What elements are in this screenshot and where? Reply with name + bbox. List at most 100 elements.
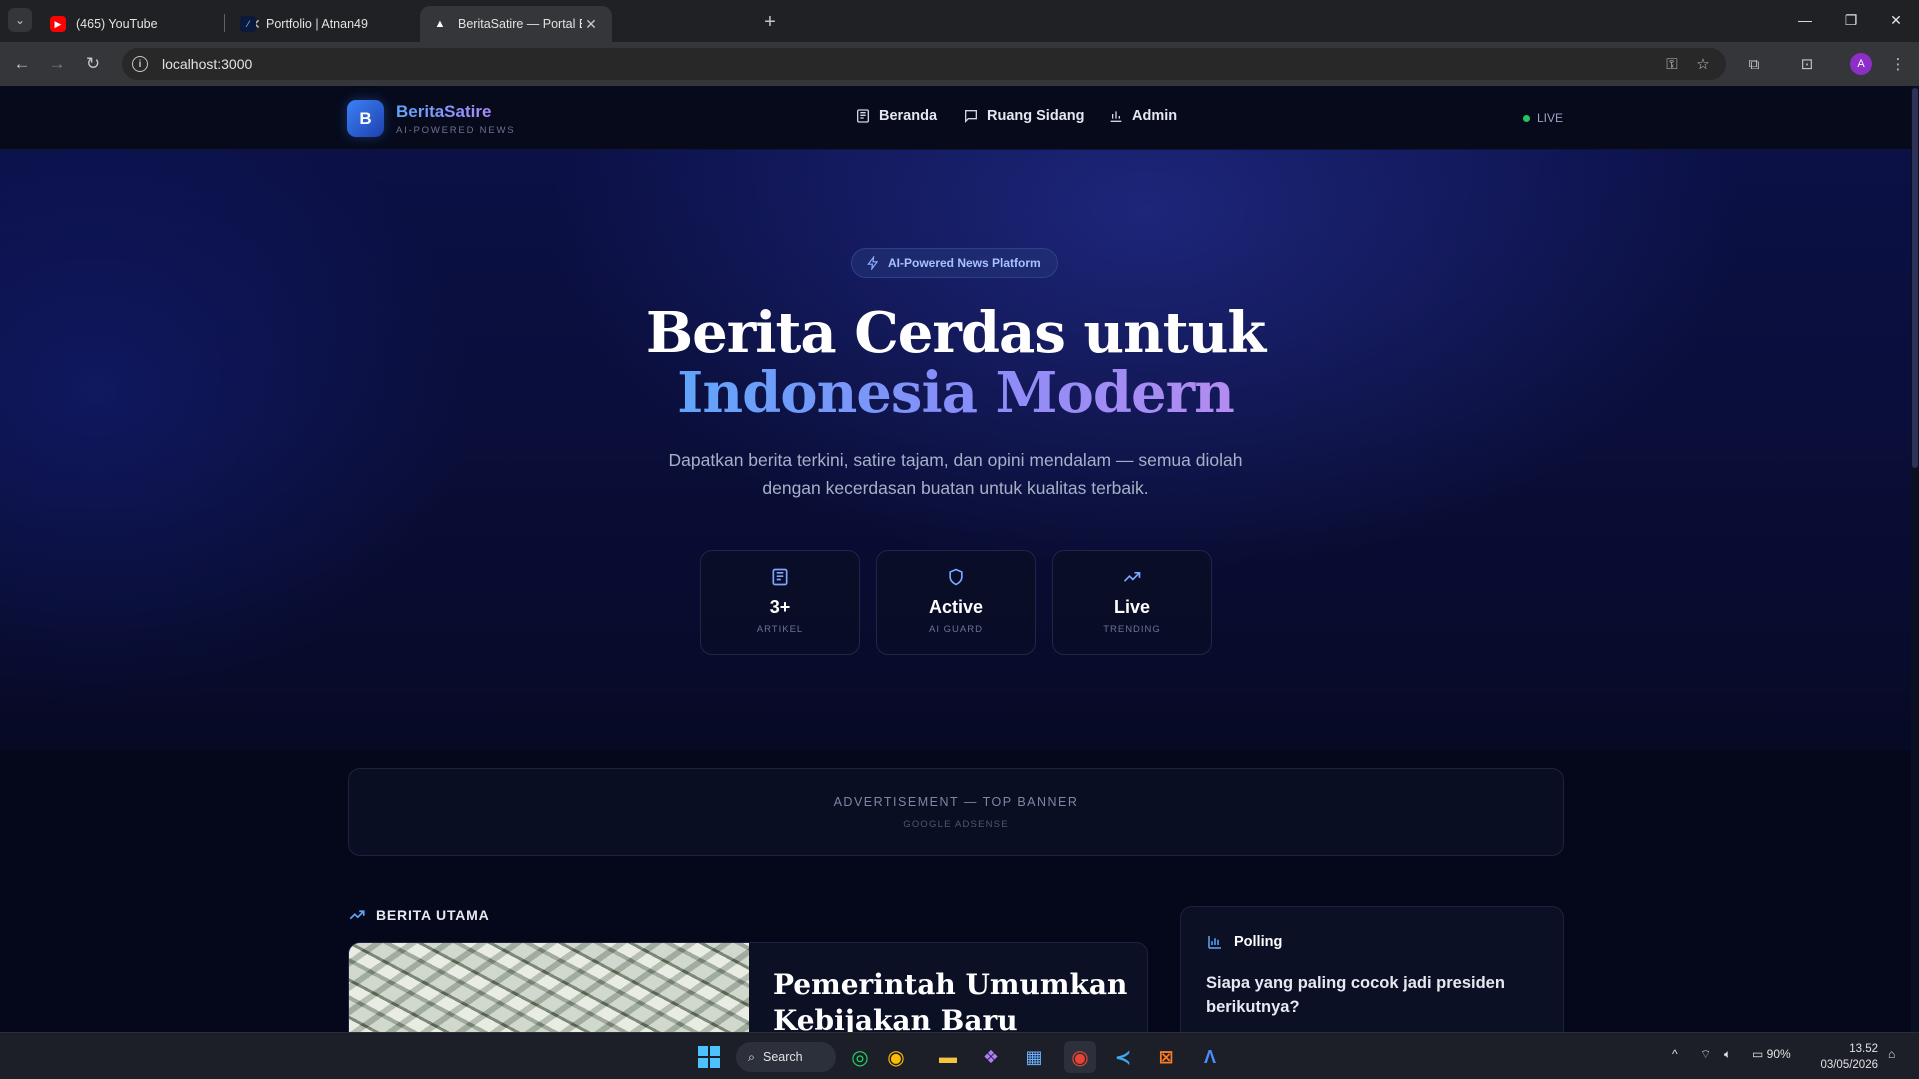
- poll-card: Polling Siapa yang paling cocok jadi pre…: [1180, 906, 1564, 1032]
- browser-tab-beritasatire[interactable]: ▲ BeritaSatire — Portal Berita & S ✕: [420, 6, 612, 42]
- tab-title: (465) YouTube: [76, 17, 158, 31]
- section-title-berita-utama: BERITA UTAMA: [348, 906, 490, 924]
- site-info-icon[interactable]: i: [132, 56, 148, 72]
- newspaper-icon: [772, 568, 788, 586]
- hero-badge: AI-Powered News Platform: [851, 248, 1058, 278]
- hero-title-gradient-text: Indonesia Modern: [677, 360, 1235, 426]
- stat-card-artikel: 3+ ARTIKEL: [700, 550, 860, 655]
- logo-mark[interactable]: B: [347, 100, 384, 137]
- chrome-active-icon[interactable]: ◉: [1064, 1041, 1096, 1073]
- site-header: B BeritaSatire AI-POWERED NEWS Beranda R…: [0, 86, 1911, 150]
- close-tab-icon[interactable]: ✕: [582, 16, 600, 33]
- app-a-icon[interactable]: Λ: [1194, 1041, 1226, 1073]
- lightning-icon: [867, 256, 879, 270]
- bar-chart-icon: [1110, 111, 1122, 122]
- site-name[interactable]: BeritaSatire: [396, 102, 491, 122]
- menu-kebab-icon[interactable]: ⋮: [1886, 52, 1910, 76]
- restore-icon[interactable]: ❐: [1828, 0, 1874, 40]
- nav-label: Beranda: [879, 108, 938, 124]
- password-key-icon[interactable]: ⚿: [1660, 52, 1684, 76]
- newspaper-icon: [857, 109, 869, 123]
- taskbar-search[interactable]: ⌕ Search: [736, 1042, 836, 1072]
- stat-card-trending: Live TRENDING: [1052, 550, 1212, 655]
- site-tagline: AI-POWERED NEWS: [396, 125, 516, 136]
- bookmark-star-icon[interactable]: ☆: [1691, 52, 1715, 76]
- live-dot-icon: [1523, 114, 1530, 122]
- tab-list-button[interactable]: ⌄: [8, 8, 32, 32]
- os-taskbar: ⌕ Search ◎ ◉ ▬ ❖ ▦ ◉ ≺ ⊠ Λ ^ ⌔ 🔈︎ ▭ 90% …: [0, 1032, 1919, 1079]
- reload-icon[interactable]: ↻: [79, 50, 107, 78]
- file-explorer-icon[interactable]: ▬: [932, 1041, 964, 1073]
- trending-up-icon: [349, 910, 365, 920]
- windows-logo-icon: [698, 1046, 720, 1068]
- browser-toolbar: ← → ↻ i localhost:3000 ⚿ ☆ ⧉ ⊡ ⋮: [0, 42, 1919, 86]
- whatsapp-icon[interactable]: ◎: [844, 1041, 876, 1073]
- ad-top-banner[interactable]: ADVERTISEMENT — TOP BANNER GOOGLE ADSENS…: [348, 768, 1564, 856]
- scrollbar-thumb[interactable]: [1912, 88, 1918, 468]
- featured-article-image[interactable]: [349, 943, 749, 1032]
- battery-percent: 90%: [1766, 1047, 1791, 1061]
- poll-header: Polling: [1206, 933, 1282, 951]
- stat-label: AI GUARD: [929, 624, 983, 635]
- copilot-icon[interactable]: ❖: [975, 1041, 1007, 1073]
- stat-value: Active: [928, 597, 984, 617]
- section-title-text: BERITA UTAMA: [376, 907, 490, 923]
- trending-up-icon: [1123, 572, 1141, 582]
- poll-question: Siapa yang paling cocok jadi presiden be…: [1206, 974, 1505, 1016]
- youtube-icon: ▶: [50, 16, 66, 32]
- live-label: LIVE: [1537, 111, 1564, 125]
- nav-ruang-sidang[interactable]: Ruang Sidang: [963, 108, 1084, 124]
- clock-date: 03/05/2026: [1820, 1059, 1878, 1071]
- bar-chart-icon: [1208, 936, 1221, 949]
- hero-subtitle: Dapatkan berita terkini, satire tajam, d…: [668, 450, 1243, 498]
- url-text: localhost:3000: [162, 56, 253, 72]
- battery-indicator[interactable]: ▭ 90%: [1752, 1047, 1791, 1061]
- nav-admin[interactable]: Admin: [1108, 108, 1177, 124]
- vscode-icon[interactable]: ≺: [1107, 1041, 1139, 1073]
- back-icon[interactable]: ←: [8, 50, 36, 78]
- chrome-icon[interactable]: ◉: [880, 1041, 912, 1073]
- tab-separator: [224, 14, 225, 32]
- featured-article-title[interactable]: Pemerintah Umumkan Kebijakan Baru untuk.…: [773, 967, 1133, 1032]
- page-scrollbar[interactable]: [1911, 86, 1919, 1032]
- battery-icon: ▭: [1752, 1047, 1767, 1061]
- stat-value: Live: [1113, 597, 1151, 617]
- hero-badge-text: AI-Powered News Platform: [888, 256, 1041, 270]
- taskbar-search-label: Search: [763, 1050, 803, 1064]
- chat-icon: [965, 110, 977, 123]
- tray-chevron-icon[interactable]: ^: [1672, 1047, 1678, 1061]
- nav-label: Ruang Sidang: [987, 108, 1085, 124]
- ad-provider: GOOGLE ADSENSE: [903, 819, 1009, 830]
- hero-title-line2: Indonesia Modern: [0, 360, 1911, 426]
- tab-title: BeritaSatire — Portal Berita & S: [458, 17, 582, 31]
- screenshot-icon[interactable]: ⊡: [1795, 52, 1819, 76]
- triangle-icon: ▲: [434, 18, 446, 30]
- minimize-icon[interactable]: —: [1782, 0, 1828, 40]
- poll-heading: Polling: [1234, 934, 1283, 950]
- browser-tab-bar: ⌄ ▶ (465) YouTube ✕ ⁄ Portfolio | Atnan4…: [0, 0, 1919, 42]
- featured-article-card[interactable]: Pemerintah Umumkan Kebijakan Baru untuk.…: [348, 942, 1148, 1032]
- new-tab-button[interactable]: +: [758, 10, 782, 34]
- stat-value: 3+: [769, 597, 791, 617]
- page-viewport: B BeritaSatire AI-POWERED NEWS Beranda R…: [0, 86, 1919, 1032]
- xampp-icon[interactable]: ⊠: [1150, 1041, 1182, 1073]
- portfolio-icon: ⁄: [240, 16, 256, 32]
- close-window-icon[interactable]: ✕: [1873, 0, 1919, 40]
- stat-card-ai-guard: Active AI GUARD: [876, 550, 1036, 655]
- nav-label: Admin: [1132, 108, 1178, 124]
- forward-icon[interactable]: →: [43, 50, 71, 78]
- stat-label: TRENDING: [1103, 624, 1161, 635]
- live-indicator: LIVE: [1523, 111, 1563, 125]
- notification-icon[interactable]: ⌂: [1888, 1047, 1895, 1061]
- profile-avatar[interactable]: A: [1850, 53, 1872, 75]
- volume-icon[interactable]: 🔈︎: [1724, 1047, 1731, 1062]
- stat-label: ARTIKEL: [756, 624, 804, 635]
- nav-beranda[interactable]: Beranda: [855, 108, 937, 124]
- windows-start-icon[interactable]: [693, 1041, 725, 1073]
- extensions-icon[interactable]: ⧉: [1742, 52, 1766, 76]
- address-bar[interactable]: i localhost:3000: [122, 48, 1726, 80]
- taskbar-clock[interactable]: 13.52 03/05/2026: [1808, 1041, 1878, 1073]
- store-icon[interactable]: ▦: [1018, 1041, 1050, 1073]
- wifi-icon[interactable]: ⌔: [1700, 1047, 1711, 1062]
- tab-title: Portfolio | Atnan49: [266, 17, 368, 31]
